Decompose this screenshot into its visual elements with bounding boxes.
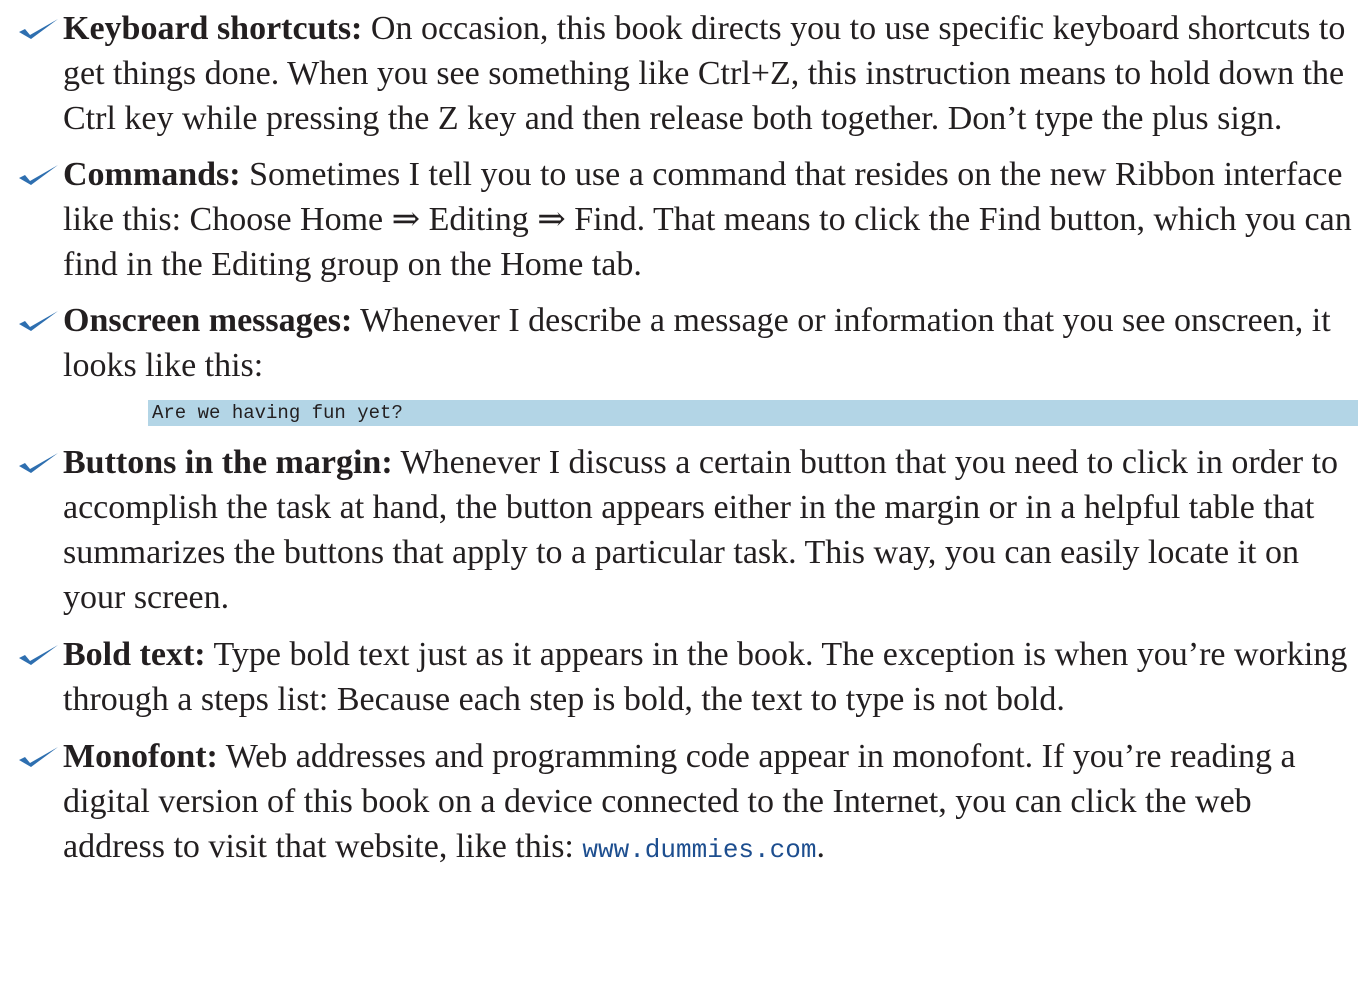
list-item: Commands: Sometimes I tell you to use a … <box>18 152 1358 287</box>
item-term: Keyboard shortcuts: <box>63 10 363 47</box>
checkmark-icon <box>19 645 58 665</box>
list-item: Onscreen messages: Whenever I describe a… <box>18 298 1358 388</box>
code-sample: Are we having fun yet? <box>148 400 1358 426</box>
website-link[interactable]: www.dummies.com <box>582 835 816 865</box>
item-term: Buttons in the margin: <box>63 444 393 481</box>
item-term: Monofont: <box>63 738 218 775</box>
item-trailing-punctuation: . <box>816 828 825 865</box>
list-item: Keyboard shortcuts: On occasion, this bo… <box>18 6 1358 141</box>
checkmark-icon <box>19 19 58 39</box>
checkmark-icon <box>19 311 58 331</box>
list-item: Monofont: Web addresses and programming … <box>18 734 1358 873</box>
checkmark-icon <box>19 747 58 767</box>
item-term: Bold text: <box>63 636 206 673</box>
page-content: Keyboard shortcuts: On occasion, this bo… <box>18 6 1358 873</box>
item-term: Commands: <box>63 156 241 193</box>
list-item: Buttons in the margin: Whenever I discus… <box>18 440 1358 620</box>
checkmark-icon <box>19 165 58 185</box>
item-text: Type bold text just as it appears in the… <box>63 636 1348 718</box>
item-term: Onscreen messages: <box>63 302 353 339</box>
item-text: Sometimes I tell you to use a command th… <box>63 156 1352 283</box>
checkmark-icon <box>19 453 58 473</box>
list-item: Bold text: Type bold text just as it app… <box>18 632 1358 722</box>
